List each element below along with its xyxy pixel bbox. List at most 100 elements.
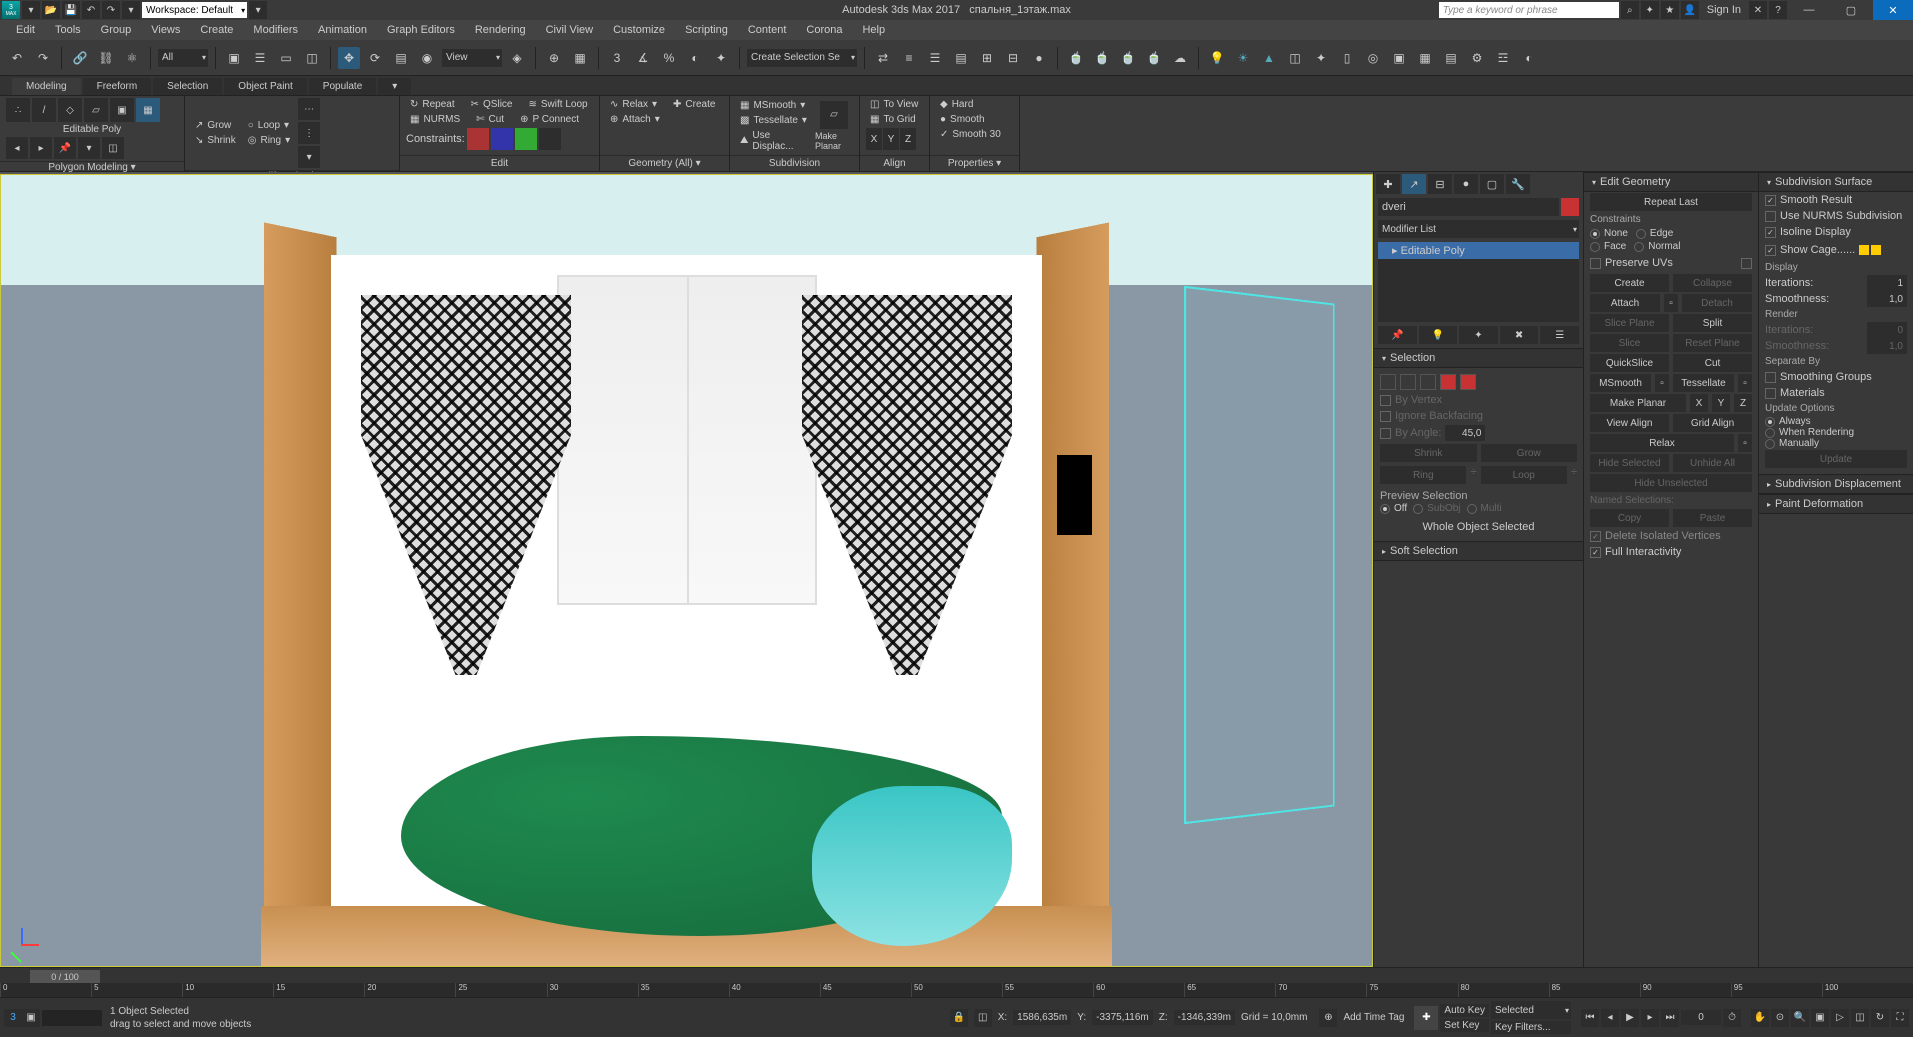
panel-subdivision[interactable]: Subdivision <box>730 155 859 171</box>
sel-element-icon[interactable] <box>1460 374 1476 390</box>
percent-snap-icon[interactable]: % <box>658 47 680 69</box>
constraint-face-icon[interactable] <box>515 128 537 150</box>
set-key-button[interactable]: Set Key <box>1440 1019 1489 1032</box>
star-icon[interactable]: ★ <box>1661 1 1679 19</box>
tab-freeform[interactable]: Freeform <box>83 78 152 95</box>
quickslice-button[interactable]: QuickSlice <box>1590 354 1669 372</box>
tessellate-button[interactable]: Tessellate <box>1673 374 1734 392</box>
dot-loop-icon[interactable]: ⋯ <box>298 98 320 120</box>
repeat-last-button[interactable]: Repeat Last <box>1590 193 1752 211</box>
constraint-none-radio[interactable]: None <box>1590 227 1628 240</box>
selection-filter[interactable]: All <box>158 49 208 67</box>
mirror-icon[interactable]: ⇄ <box>872 47 894 69</box>
menu-animation[interactable]: Animation <box>310 22 375 38</box>
ring-button[interactable]: ◎ Ring ▾ <box>244 134 294 147</box>
rollout-paint-deformation[interactable]: Paint Deformation <box>1759 494 1913 514</box>
epoly-toggle-icon[interactable]: ▦ <box>136 98 160 122</box>
qat-more-icon[interactable]: ▾ <box>249 1 267 19</box>
full-interactivity-check[interactable]: ✓Full Interactivity <box>1584 544 1758 560</box>
vert-icon[interactable]: ∴ <box>6 98 30 122</box>
menu-customize[interactable]: Customize <box>605 22 673 38</box>
relax-button[interactable]: ∿ Relax ▾ <box>606 98 661 111</box>
material-editor-icon[interactable]: ● <box>1028 47 1050 69</box>
shrink-button[interactable]: ↘ Shrink <box>191 134 240 147</box>
workspace-dropdown[interactable]: Workspace: Default <box>142 2 247 18</box>
corona-scatter-icon[interactable]: ✦ <box>1310 47 1332 69</box>
loop-button[interactable]: ○ Loop ▾ <box>244 119 294 132</box>
goto-end-icon[interactable]: ⏭ <box>1661 1009 1679 1027</box>
relax-button[interactable]: Relax <box>1590 434 1734 452</box>
layers-icon[interactable]: ☰ <box>924 47 946 69</box>
timeline[interactable]: ◂ 0 / 100 ▸ 0510152025303540455055606570… <box>0 967 1913 997</box>
update-render-radio[interactable]: When Rendering <box>1759 427 1913 438</box>
tess-settings-icon[interactable]: ▫ <box>1738 374 1752 392</box>
modifier-list-dropdown[interactable]: Modifier List <box>1378 220 1579 238</box>
current-frame[interactable]: 0 <box>1681 1010 1721 1025</box>
split-button[interactable]: Split <box>1673 314 1752 332</box>
motion-tab-icon[interactable]: ● <box>1454 174 1478 194</box>
msmooth-button[interactable]: MSmooth <box>1590 374 1651 392</box>
unique-icon[interactable]: ✦ <box>1459 326 1498 344</box>
dot-ring-icon[interactable]: ⋮ <box>298 122 320 144</box>
bind-icon[interactable]: ⚛ <box>121 47 143 69</box>
planar-z-button[interactable]: Z <box>1734 394 1752 412</box>
maxscript-icon[interactable]: 3 <box>4 1009 22 1027</box>
tab-selection[interactable]: Selection <box>153 78 222 95</box>
update-manual-radio[interactable]: Manually <box>1759 438 1913 449</box>
max-toggle-icon[interactable]: ⛶ <box>1891 1009 1909 1027</box>
open-icon[interactable]: 📂 <box>42 1 60 19</box>
attach-button[interactable]: Attach <box>1590 294 1660 312</box>
new-icon[interactable]: ▾ <box>22 1 40 19</box>
corona-light-icon[interactable]: 💡 <box>1206 47 1228 69</box>
corona-conv-icon[interactable]: ⚙ <box>1466 47 1488 69</box>
border-icon[interactable]: ◇ <box>58 98 82 122</box>
align-y-button[interactable]: Y <box>883 128 899 150</box>
tab-modeling[interactable]: Modeling <box>12 78 81 95</box>
sel-border-icon[interactable] <box>1420 374 1436 390</box>
viewport[interactable]: [+] [CoronaCamera001] [Standard] [Flat C… <box>0 172 1373 967</box>
render-iter-spinner[interactable]: 0 <box>1867 322 1907 338</box>
arc-rotate-icon[interactable]: ⊙ <box>1771 1009 1789 1027</box>
add-time-tag[interactable]: Add Time Tag <box>1343 1012 1404 1023</box>
menu-views[interactable]: Views <box>143 22 188 38</box>
prev-off-radio[interactable]: Off <box>1380 502 1407 515</box>
key-filter-dropdown[interactable]: Selected <box>1491 1001 1571 1019</box>
poly-icon[interactable]: ▱ <box>84 98 108 122</box>
corona-proxy-icon[interactable]: ◫ <box>1284 47 1306 69</box>
help-icon[interactable]: ? <box>1769 1 1787 19</box>
corona-dist-icon[interactable]: ▯ <box>1336 47 1358 69</box>
smooth30-button[interactable]: ✓ Smooth 30 <box>936 128 1013 141</box>
move-icon[interactable]: ✥ <box>338 47 360 69</box>
search-input[interactable]: Type a keyword or phrase <box>1439 2 1619 18</box>
render-smooth-spinner[interactable]: 1,0 <box>1867 338 1907 354</box>
constraint-normal-radio[interactable]: Normal <box>1634 240 1680 253</box>
link-icon[interactable]: 🔗 <box>69 47 91 69</box>
rollout-subdivision-surface[interactable]: Subdivision Surface <box>1759 172 1913 192</box>
step-icon[interactable]: ▾ <box>298 146 320 168</box>
constraint-face-radio[interactable]: Face <box>1590 240 1626 253</box>
menu-rendering[interactable]: Rendering <box>467 22 534 38</box>
repeat-button[interactable]: ↻ Repeat <box>406 98 459 111</box>
time-slider[interactable]: 0 / 100 <box>30 970 100 984</box>
set-key-big-icon[interactable]: ✚ <box>1414 1006 1438 1030</box>
sel-edge-icon[interactable] <box>1400 374 1416 390</box>
key-filters-button[interactable]: Key Filters... <box>1491 1021 1571 1034</box>
window-crossing-icon[interactable]: ◫ <box>301 47 323 69</box>
preserve-uvs-check[interactable]: Preserve UVs <box>1584 253 1758 273</box>
pan-icon[interactable]: ✋ <box>1751 1009 1769 1027</box>
unlink-icon[interactable]: ⛓ <box>95 47 117 69</box>
tab-overflow[interactable]: ▾ <box>378 78 411 95</box>
render-fb-icon[interactable]: 🍵 <box>1091 47 1113 69</box>
constraint-normal-icon[interactable] <box>539 128 561 150</box>
rollout-subdiv-displacement[interactable]: Subdivision Displacement <box>1759 474 1913 494</box>
curve-editor-icon[interactable]: ⊞ <box>976 47 998 69</box>
use-displace-button[interactable]: ⛰ Use Displac... <box>736 129 811 153</box>
menu-create[interactable]: Create <box>192 22 241 38</box>
sel-poly-icon[interactable] <box>1440 374 1456 390</box>
corona-layer-icon[interactable]: ▤ <box>1440 47 1462 69</box>
tab-populate[interactable]: Populate <box>309 78 376 95</box>
layer-explorer-icon[interactable]: ▤ <box>950 47 972 69</box>
tessellate-button[interactable]: ▩ Tessellate ▾ <box>736 114 811 127</box>
render-prod-icon[interactable]: 🍵 <box>1117 47 1139 69</box>
panel-edit[interactable]: Edit <box>400 155 599 171</box>
